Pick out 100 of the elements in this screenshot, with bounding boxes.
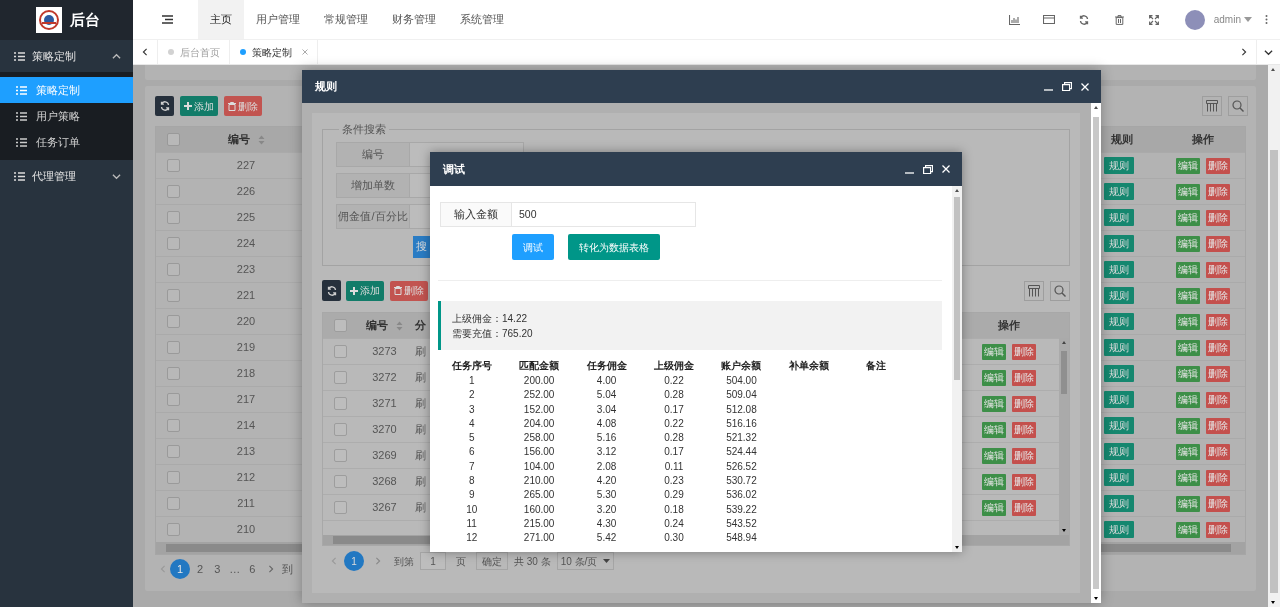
total-count: 共 30 条 [514, 554, 551, 569]
table-cell: 204.00 [523, 417, 555, 429]
table-cell: 0.17 [664, 403, 684, 415]
table-cell-text: 219 [235, 340, 257, 356]
table-cell: 516.16 [726, 417, 757, 429]
table-cell-text: 220 [235, 314, 257, 330]
table-cell: 12 [466, 532, 478, 544]
table-cell-text: 3270 [371, 422, 398, 438]
table-cell: 0.17 [664, 446, 684, 458]
table-cell: 4.00 [596, 375, 617, 386]
table-cell: 0.29 [664, 489, 684, 501]
table-cell: 215.00 [523, 517, 555, 529]
table-cell: 6 [468, 446, 475, 458]
table-cell: 刷 [415, 423, 426, 436]
table-cell: 258.00 [523, 432, 555, 444]
table-cell-text: 226 [235, 184, 257, 200]
section-title: 条件搜索 [341, 122, 387, 137]
table-cell-text: 225 [235, 210, 257, 226]
field-label: 增加单数 [336, 172, 410, 198]
table-cell: 530.72 [726, 475, 757, 487]
table-cell: 3.12 [596, 446, 617, 458]
table-cell: 4.08 [596, 417, 617, 429]
table-cell: 0.24 [664, 517, 684, 529]
field-label: 佣金值/百分比 [336, 203, 410, 229]
column-header: 任务序号 [451, 360, 492, 371]
goto-label: 到 [282, 561, 294, 577]
table-cell: 0.22 [664, 417, 684, 429]
table-cell: 524.44 [726, 446, 757, 458]
table-cell-text: 3268 [371, 474, 398, 490]
table-cell: 刷 [415, 371, 426, 384]
table-cell-text: 211 [236, 496, 256, 512]
summary-line: 上级佣金：14.22 [452, 311, 529, 326]
table-cell: 526.52 [726, 460, 757, 472]
table-cell-text: 213 [235, 444, 257, 460]
column-header: 任务佣金 [586, 360, 627, 371]
table-cell: 0.18 [664, 503, 684, 515]
table-cell: 4.30 [596, 517, 617, 529]
dialog-title: 调试 [442, 161, 465, 177]
table-cell-text: 3272 [371, 370, 398, 386]
table-cell: 2.08 [596, 460, 617, 472]
column-header: 操作 [997, 318, 1021, 334]
table-cell: 刷 [415, 397, 426, 410]
table-cell-text: 224 [235, 236, 257, 252]
summary-line: 需要充值：765.20 [452, 326, 534, 341]
table-cell: 0.11 [664, 460, 684, 472]
table-cell-text: 3271 [371, 396, 398, 412]
table-cell: 刷 [415, 501, 426, 514]
table-cell: 504.00 [726, 375, 757, 386]
table-cell: 512.08 [726, 403, 757, 415]
page-label: 页 [456, 554, 466, 569]
table-cell: 刷 [415, 345, 426, 358]
table-cell: 10 [466, 503, 478, 515]
table-cell: 539.22 [726, 503, 757, 515]
table-cell: 刷 [415, 475, 426, 488]
table-cell: 3.04 [596, 403, 617, 415]
column-header: 规则 [1110, 132, 1134, 148]
table-cell: 271.00 [523, 532, 555, 544]
table-cell-text: 227 [235, 158, 257, 174]
table-cell-text: 3273 [371, 344, 398, 360]
column-header: 操作 [1191, 132, 1215, 148]
table-cell-text: 214 [235, 418, 257, 434]
column-header: 匹配金额 [519, 360, 560, 371]
column-header: 分 [415, 319, 426, 332]
table-cell: 548.94 [726, 532, 757, 544]
table-cell: 156.00 [523, 446, 555, 458]
table-cell: 5 [468, 432, 475, 444]
table-cell: 252.00 [523, 389, 555, 401]
table-cell-text: 217 [235, 392, 257, 408]
table-cell-text: 3269 [371, 448, 398, 464]
table-cell-text: 221 [235, 288, 257, 304]
table-cell: 7 [468, 460, 475, 472]
table-cell: 1 [468, 375, 475, 386]
field-label: 编号 [336, 141, 410, 167]
table-cell: 104.00 [523, 460, 555, 472]
table-cell: 4 [468, 417, 475, 429]
table-cell: 265.00 [523, 489, 555, 501]
table-cell: 521.32 [726, 432, 757, 444]
table-cell: 509.04 [726, 389, 757, 401]
table-cell: 0.23 [664, 475, 684, 487]
table-cell: 5.42 [596, 532, 617, 544]
table-cell-text: 223 [235, 262, 257, 278]
dialog-title: 规则 [314, 79, 337, 95]
table-cell: 2 [468, 389, 475, 401]
table-cell: 4.20 [596, 475, 617, 487]
ellipsis: … [228, 561, 242, 577]
table-cell: 9 [468, 489, 475, 501]
table-cell: 5.30 [596, 489, 617, 501]
table-cell: 11 [466, 517, 477, 529]
table-cell-text: 210 [235, 522, 257, 538]
column-header: 上级佣金 [654, 360, 694, 371]
column-header: 账户余额 [721, 360, 762, 371]
table-cell: 536.02 [726, 489, 757, 501]
column-header: 补单余额 [788, 360, 829, 371]
table-cell: 5.04 [596, 389, 617, 401]
app-title: 后台 [70, 9, 100, 30]
column-header: 备注 [866, 360, 887, 371]
table-cell: 8 [468, 475, 475, 487]
table-cell: 160.00 [523, 503, 555, 515]
table-cell: 3 [468, 403, 475, 415]
table-cell-text: 212 [235, 470, 257, 486]
